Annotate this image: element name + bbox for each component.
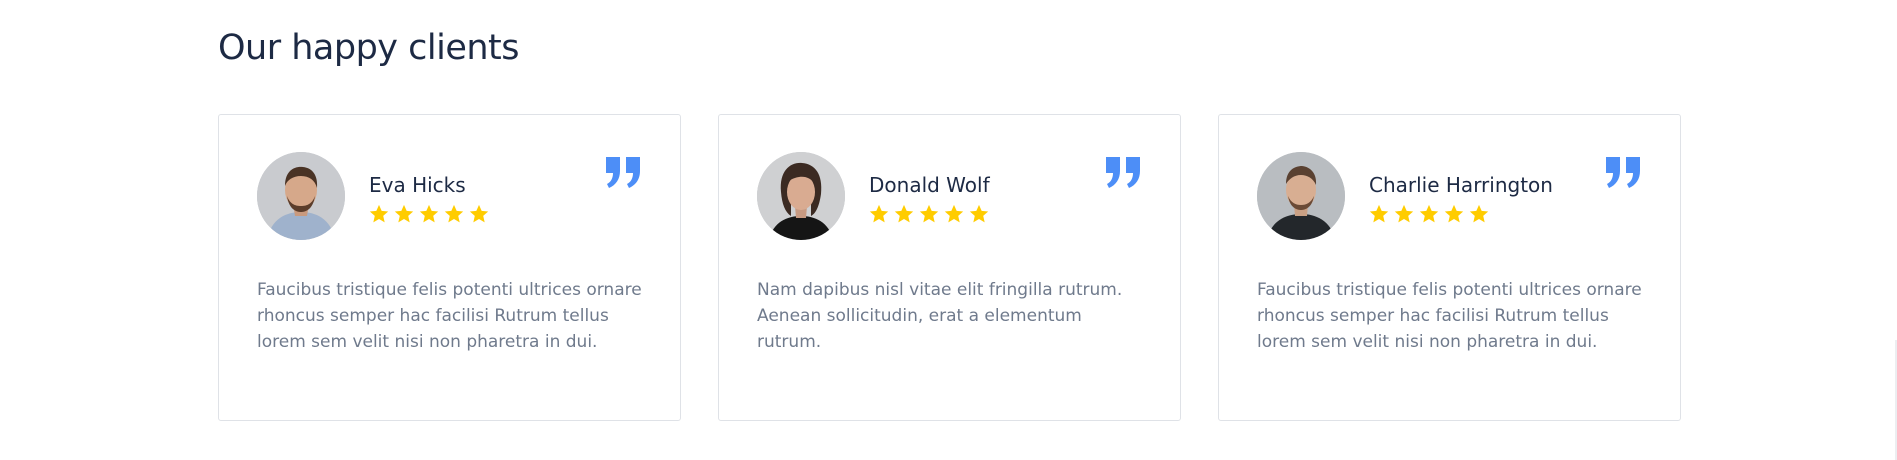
quote-icon <box>1606 157 1640 188</box>
star-rating <box>368 203 490 227</box>
client-name: Eva Hicks <box>369 173 466 197</box>
avatar <box>257 152 345 240</box>
star-icon <box>1369 204 1389 223</box>
section-title: Our happy clients <box>218 28 520 68</box>
client-name: Donald Wolf <box>869 173 990 197</box>
avatar <box>757 152 845 240</box>
star-rating <box>1368 203 1490 227</box>
star-icon <box>869 204 889 223</box>
testimonial-card: Eva Hicks Faucibus tristique felis poten… <box>218 114 681 421</box>
star-icon <box>444 204 464 223</box>
quote-icon <box>606 157 640 188</box>
star-icon <box>1469 204 1489 223</box>
review-text: Faucibus tristique felis potenti ultrice… <box>257 280 642 352</box>
review-text: Nam dapibus nisl vitae elit fringilla ru… <box>757 280 1123 352</box>
star-icon <box>969 204 989 223</box>
star-icon <box>894 204 914 223</box>
star-rating <box>868 203 990 227</box>
star-icon <box>419 204 439 223</box>
client-name: Charlie Harrington <box>1369 173 1553 197</box>
testimonial-card: Donald Wolf Nam dapibus nisl vitae elit … <box>718 114 1181 421</box>
star-icon <box>1419 204 1439 223</box>
testimonial-card: Charlie Harrington Faucibus tristique fe… <box>1218 114 1681 421</box>
quote-icon <box>1106 157 1140 188</box>
testimonial-cards: Eva Hicks Faucibus tristique felis poten… <box>218 114 1682 421</box>
star-icon <box>944 204 964 223</box>
star-icon <box>369 204 389 223</box>
star-icon <box>394 204 414 223</box>
review-text: Faucibus tristique felis potenti ultrice… <box>1257 280 1642 352</box>
star-icon <box>1444 204 1464 223</box>
avatar <box>1257 152 1345 240</box>
star-icon <box>469 204 489 223</box>
star-icon <box>1394 204 1414 223</box>
star-icon <box>919 204 939 223</box>
